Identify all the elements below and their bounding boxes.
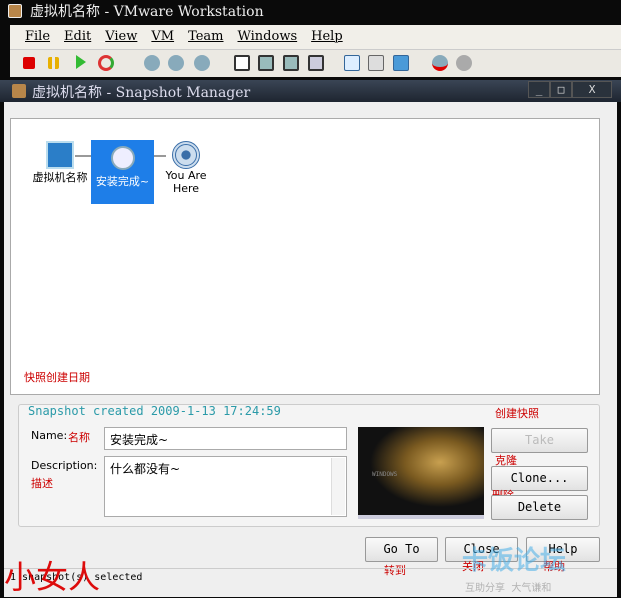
menu-team[interactable]: Team	[188, 29, 223, 49]
name-input[interactable]: 安装完成~	[104, 427, 347, 450]
annotation-goto: 转到	[384, 564, 406, 577]
annotation-date: 快照创建日期	[24, 371, 90, 384]
annotation-take: 创建快照	[495, 407, 539, 420]
stop-icon[interactable]	[23, 57, 35, 69]
menu-help[interactable]: Help	[311, 29, 343, 49]
go-to-button[interactable]: Go To	[365, 537, 438, 562]
delete-button[interactable]: Delete	[491, 495, 588, 520]
tree-node-snapshot[interactable]: 安装完成~	[91, 140, 154, 204]
revert-snapshot-icon[interactable]	[168, 55, 184, 71]
pause-icon[interactable]	[48, 57, 59, 69]
snapshot-created-text: Snapshot created 2009-1-13 17:24:59	[28, 404, 281, 418]
connector-line	[75, 155, 91, 157]
appliance-icon[interactable]	[393, 55, 409, 71]
app-title: 虚拟机名称 - VMware Workstation	[30, 4, 264, 20]
dialog-icon	[12, 84, 26, 98]
reset-icon[interactable]	[98, 55, 114, 71]
console-icon[interactable]	[344, 55, 360, 71]
vm-icon	[46, 141, 74, 169]
menu-vm[interactable]: VM	[151, 29, 174, 49]
take-snapshot-button[interactable]: Take Snapshot...	[491, 428, 588, 453]
toolbar	[10, 49, 621, 77]
quick-switch-icon[interactable]	[258, 55, 274, 71]
description-label: Description:	[31, 459, 98, 472]
minimize-button[interactable]: _	[528, 81, 550, 98]
sidebar-view-icon[interactable]	[234, 55, 250, 71]
summary-icon[interactable]	[368, 55, 384, 71]
snapshot-tree: 虚拟机名称 安装完成~ You Are Here 快照创建日期	[10, 118, 600, 395]
snapshot-thumbnail: WINDOWS	[358, 427, 484, 519]
menu-bar: File Edit View VM Team Windows Help	[10, 25, 621, 49]
menu-file[interactable]: File	[25, 29, 50, 49]
node-label: 安装完成~	[95, 175, 150, 188]
signature-text: 小女人	[4, 558, 101, 596]
take-snapshot-icon[interactable]	[144, 55, 160, 71]
menu-windows[interactable]: Windows	[238, 29, 298, 49]
you-are-here-icon	[172, 141, 200, 169]
watermark-subtitle: 互助分享 大气谦和	[465, 583, 552, 594]
snapshot-manager-icon[interactable]	[194, 55, 210, 71]
description-textarea[interactable]: 什么都没有~	[104, 456, 347, 517]
watermark-title: 卡饭论坛	[462, 546, 567, 576]
node-label: You Are Here	[165, 169, 207, 195]
snapshot-clock-icon	[110, 146, 135, 170]
replay-icon[interactable]	[456, 55, 472, 71]
node-label: 虚拟机名称	[32, 171, 88, 184]
fullscreen-icon[interactable]	[283, 55, 299, 71]
thumbnail-text: WINDOWS	[372, 471, 398, 478]
record-icon[interactable]	[432, 55, 448, 71]
play-icon[interactable]	[76, 55, 86, 69]
annotation-description: 描述	[31, 477, 53, 490]
close-window-button[interactable]: X	[572, 81, 612, 98]
description-scrollbar[interactable]	[331, 458, 345, 515]
maximize-button[interactable]: □	[550, 81, 572, 98]
annotation-name: 名称	[68, 431, 90, 444]
name-label: Name:	[31, 429, 68, 442]
menu-edit[interactable]: Edit	[64, 29, 91, 49]
tree-node-you-are-here[interactable]: You Are Here	[161, 141, 211, 195]
menu-view[interactable]: View	[105, 29, 137, 49]
unity-icon[interactable]	[308, 55, 324, 71]
tree-node-vm[interactable]: 虚拟机名称	[25, 141, 95, 185]
